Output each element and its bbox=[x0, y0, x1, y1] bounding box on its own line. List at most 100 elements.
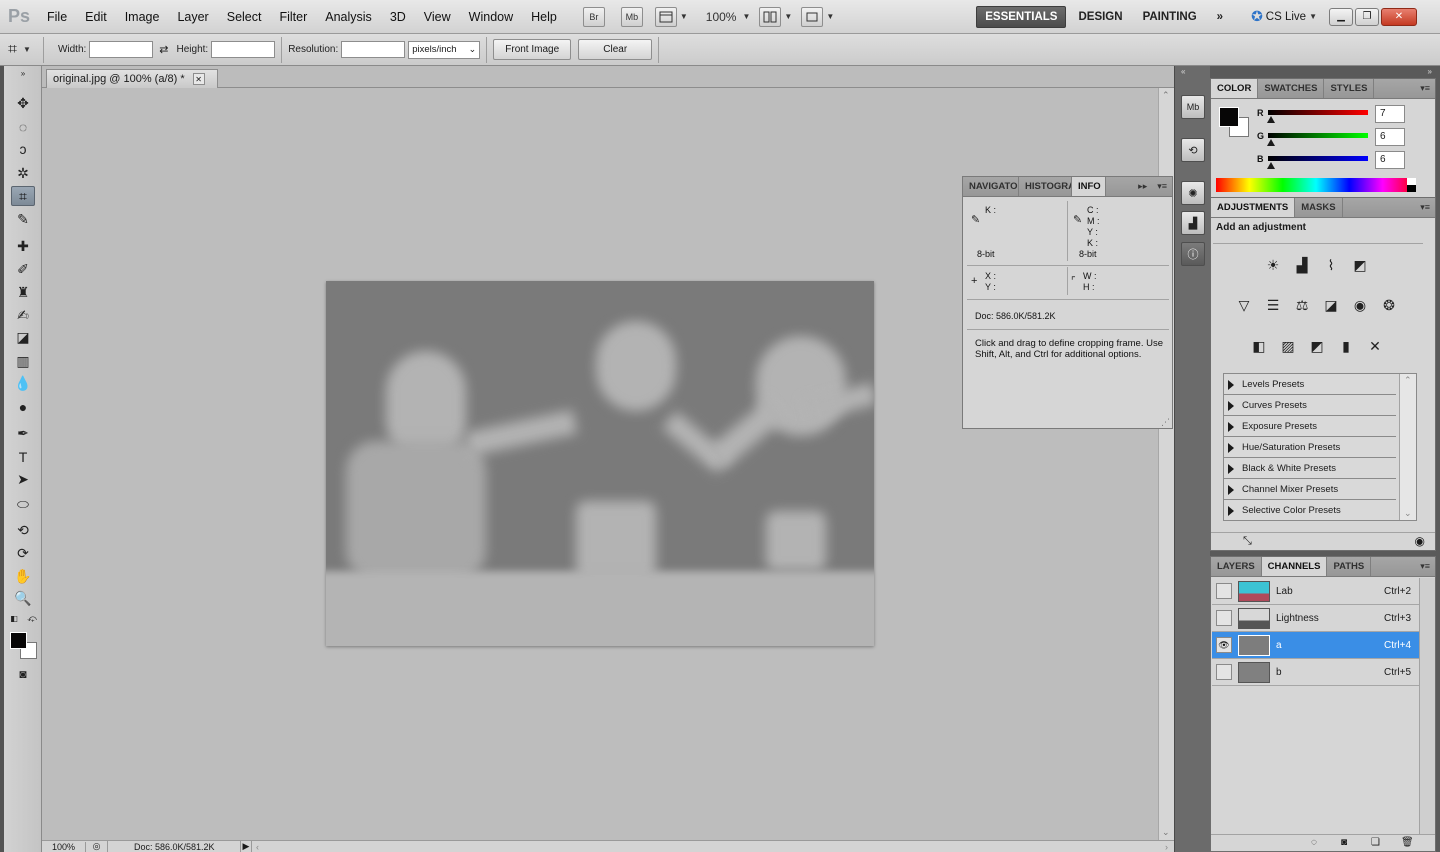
restore-button[interactable]: ❐ bbox=[1355, 7, 1379, 26]
r-slider[interactable] bbox=[1268, 110, 1368, 115]
close-button[interactable]: ✕ bbox=[1381, 7, 1417, 26]
chevron-down-icon[interactable]: ▼ bbox=[742, 12, 750, 21]
front-image-button[interactable]: Front Image bbox=[493, 39, 572, 60]
chevron-down-icon[interactable]: ▼ bbox=[680, 12, 688, 21]
new-channel-icon[interactable]: ❏ bbox=[1371, 837, 1380, 848]
tab-histogram[interactable]: HISTOGRA bbox=[1019, 177, 1072, 196]
chevron-down-icon[interactable]: ▼ bbox=[784, 12, 792, 21]
width-input[interactable] bbox=[89, 41, 154, 58]
channel-row-a[interactable]: 👁 a Ctrl+4 bbox=[1212, 632, 1419, 659]
exposure-icon[interactable]: ◩ bbox=[1348, 254, 1372, 276]
path-selection-tool-icon[interactable]: ➤ bbox=[11, 469, 35, 489]
menu-3d[interactable]: 3D bbox=[381, 0, 415, 34]
status-menu-arrow-icon[interactable]: ▶ bbox=[240, 841, 252, 852]
tab-masks[interactable]: MASKS bbox=[1295, 198, 1343, 217]
chevron-down-icon[interactable]: ▼ bbox=[1309, 12, 1317, 21]
panel-menu-icon[interactable]: ▾≡ bbox=[1152, 177, 1172, 196]
tab-swatches[interactable]: SWATCHES bbox=[1258, 79, 1325, 98]
color-balance-icon[interactable]: ⚖ bbox=[1290, 294, 1314, 316]
b-slider-thumb[interactable] bbox=[1267, 162, 1275, 169]
type-tool-icon[interactable]: T bbox=[11, 447, 35, 467]
hue-saturation-icon[interactable]: ☰ bbox=[1261, 294, 1285, 316]
chevron-down-icon[interactable]: ▼ bbox=[23, 45, 31, 54]
eyedropper-tool-icon[interactable]: ✎ bbox=[11, 209, 35, 229]
document-tab[interactable]: original.jpg @ 100% (a/8) * ✕ bbox=[46, 69, 218, 88]
channel-row-b[interactable]: b Ctrl+5 bbox=[1212, 659, 1419, 686]
menu-analysis[interactable]: Analysis bbox=[316, 0, 381, 34]
selective-color-icon[interactable]: ✕ bbox=[1363, 335, 1387, 357]
preset-curves[interactable]: Curves Presets bbox=[1224, 396, 1396, 416]
quick-mask-icon[interactable]: ◙ bbox=[11, 664, 35, 684]
r-value-input[interactable]: 7 bbox=[1375, 105, 1405, 123]
gradient-map-icon[interactable]: ▮ bbox=[1334, 335, 1358, 357]
menu-help[interactable]: Help bbox=[522, 0, 566, 34]
r-slider-thumb[interactable] bbox=[1267, 116, 1275, 123]
tab-channels[interactable]: CHANNELS bbox=[1261, 557, 1328, 576]
tab-adjustments[interactable]: ADJUSTMENTS bbox=[1211, 198, 1296, 217]
pen-tool-icon[interactable]: ✒ bbox=[11, 423, 35, 443]
dodge-tool-icon[interactable]: ● bbox=[11, 397, 35, 417]
tab-layers[interactable]: LAYERS bbox=[1211, 557, 1262, 576]
trash-icon[interactable]: 🗑 bbox=[1401, 837, 1414, 848]
posterize-icon[interactable]: ▨ bbox=[1276, 335, 1300, 357]
status-info-icon[interactable]: ◎ bbox=[86, 841, 108, 852]
zoom-tool-icon[interactable]: 🔍 bbox=[11, 588, 35, 608]
menu-window[interactable]: Window bbox=[460, 0, 522, 34]
height-input[interactable] bbox=[211, 41, 276, 58]
preset-levels[interactable]: Levels Presets bbox=[1224, 375, 1396, 395]
menu-image[interactable]: Image bbox=[116, 0, 169, 34]
panel-menu-icon[interactable]: ▾≡ bbox=[1415, 557, 1435, 576]
curves-icon[interactable]: ⌇ bbox=[1319, 254, 1343, 276]
eye-icon[interactable]: 👁 bbox=[1216, 637, 1232, 653]
scroll-up-icon[interactable]: ⌃ bbox=[1404, 375, 1412, 386]
minibridge-button[interactable]: Mb bbox=[620, 6, 643, 27]
cslive-icon[interactable]: ✪ bbox=[1251, 8, 1263, 25]
resolution-units-select[interactable]: pixels/inch ⌄ bbox=[408, 40, 481, 59]
panel-menu-icon[interactable]: ▾≡ bbox=[1415, 79, 1435, 98]
minibridge-panel-icon[interactable]: Mb bbox=[1181, 95, 1205, 119]
b-value-input[interactable]: 6 bbox=[1375, 151, 1405, 169]
scroll-right-icon[interactable]: › bbox=[1165, 842, 1168, 852]
preset-channel-mixer[interactable]: Channel Mixer Presets bbox=[1224, 480, 1396, 500]
visibility-toggle[interactable] bbox=[1216, 583, 1232, 599]
minimize-button[interactable]: ▁ bbox=[1329, 7, 1353, 26]
3d-orbit-tool-icon[interactable]: ⟳ bbox=[11, 543, 35, 563]
photo-filter-icon[interactable]: ◉ bbox=[1348, 294, 1372, 316]
channel-row-lab[interactable]: Lab Ctrl+2 bbox=[1212, 578, 1419, 605]
histogram-panel-icon[interactable]: ▟ bbox=[1181, 211, 1205, 235]
tab-navigator[interactable]: NAVIGATO bbox=[963, 177, 1019, 196]
panel-menu-icon[interactable]: ▾≡ bbox=[1415, 198, 1435, 217]
invert-icon[interactable]: ◧ bbox=[1247, 335, 1271, 357]
foreground-color-swatch[interactable] bbox=[10, 632, 27, 649]
spectrum-black-white[interactable] bbox=[1407, 178, 1416, 192]
swap-colors-icon[interactable]: ⤽ bbox=[26, 612, 38, 624]
load-selection-icon[interactable]: ◌ bbox=[1311, 837, 1317, 848]
workspace-painting[interactable]: PAINTING bbox=[1135, 6, 1205, 28]
collapse-strip-icon[interactable]: « bbox=[1181, 67, 1185, 76]
g-slider-thumb[interactable] bbox=[1267, 139, 1275, 146]
save-selection-icon[interactable]: ◙ bbox=[1341, 837, 1347, 848]
brightness-contrast-icon[interactable]: ☀ bbox=[1261, 254, 1285, 276]
view-extras-button[interactable] bbox=[654, 6, 677, 27]
hand-tool-icon[interactable]: ✋ bbox=[11, 566, 35, 586]
shape-tool-icon[interactable]: ⬭ bbox=[11, 494, 35, 514]
visibility-toggle[interactable] bbox=[1216, 610, 1232, 626]
tab-styles[interactable]: STYLES bbox=[1324, 79, 1375, 98]
quick-selection-tool-icon[interactable]: ✲ bbox=[11, 163, 35, 183]
menu-edit[interactable]: Edit bbox=[76, 0, 116, 34]
healing-brush-tool-icon[interactable]: ✚ bbox=[11, 236, 35, 256]
threshold-icon[interactable]: ◩ bbox=[1305, 335, 1329, 357]
move-tool-icon[interactable]: ✥ bbox=[11, 93, 35, 113]
history-brush-tool-icon[interactable]: ✍ bbox=[11, 305, 35, 325]
resize-grip-icon[interactable]: ⋰ bbox=[1161, 417, 1170, 428]
resolution-input[interactable] bbox=[341, 41, 406, 58]
levels-icon[interactable]: ▟ bbox=[1290, 254, 1314, 276]
clone-stamp-tool-icon[interactable]: ♜ bbox=[11, 282, 35, 302]
screen-mode-button[interactable] bbox=[801, 6, 824, 27]
eraser-tool-icon[interactable]: ◪ bbox=[11, 327, 35, 347]
channel-mixer-icon[interactable]: ❂ bbox=[1377, 294, 1401, 316]
collapse-dock-icon[interactable]: » bbox=[1428, 67, 1432, 76]
vibrance-icon[interactable]: ▽ bbox=[1232, 294, 1256, 316]
workspace-design[interactable]: DESIGN bbox=[1070, 6, 1130, 28]
chevron-down-icon[interactable]: ▼ bbox=[826, 12, 834, 21]
